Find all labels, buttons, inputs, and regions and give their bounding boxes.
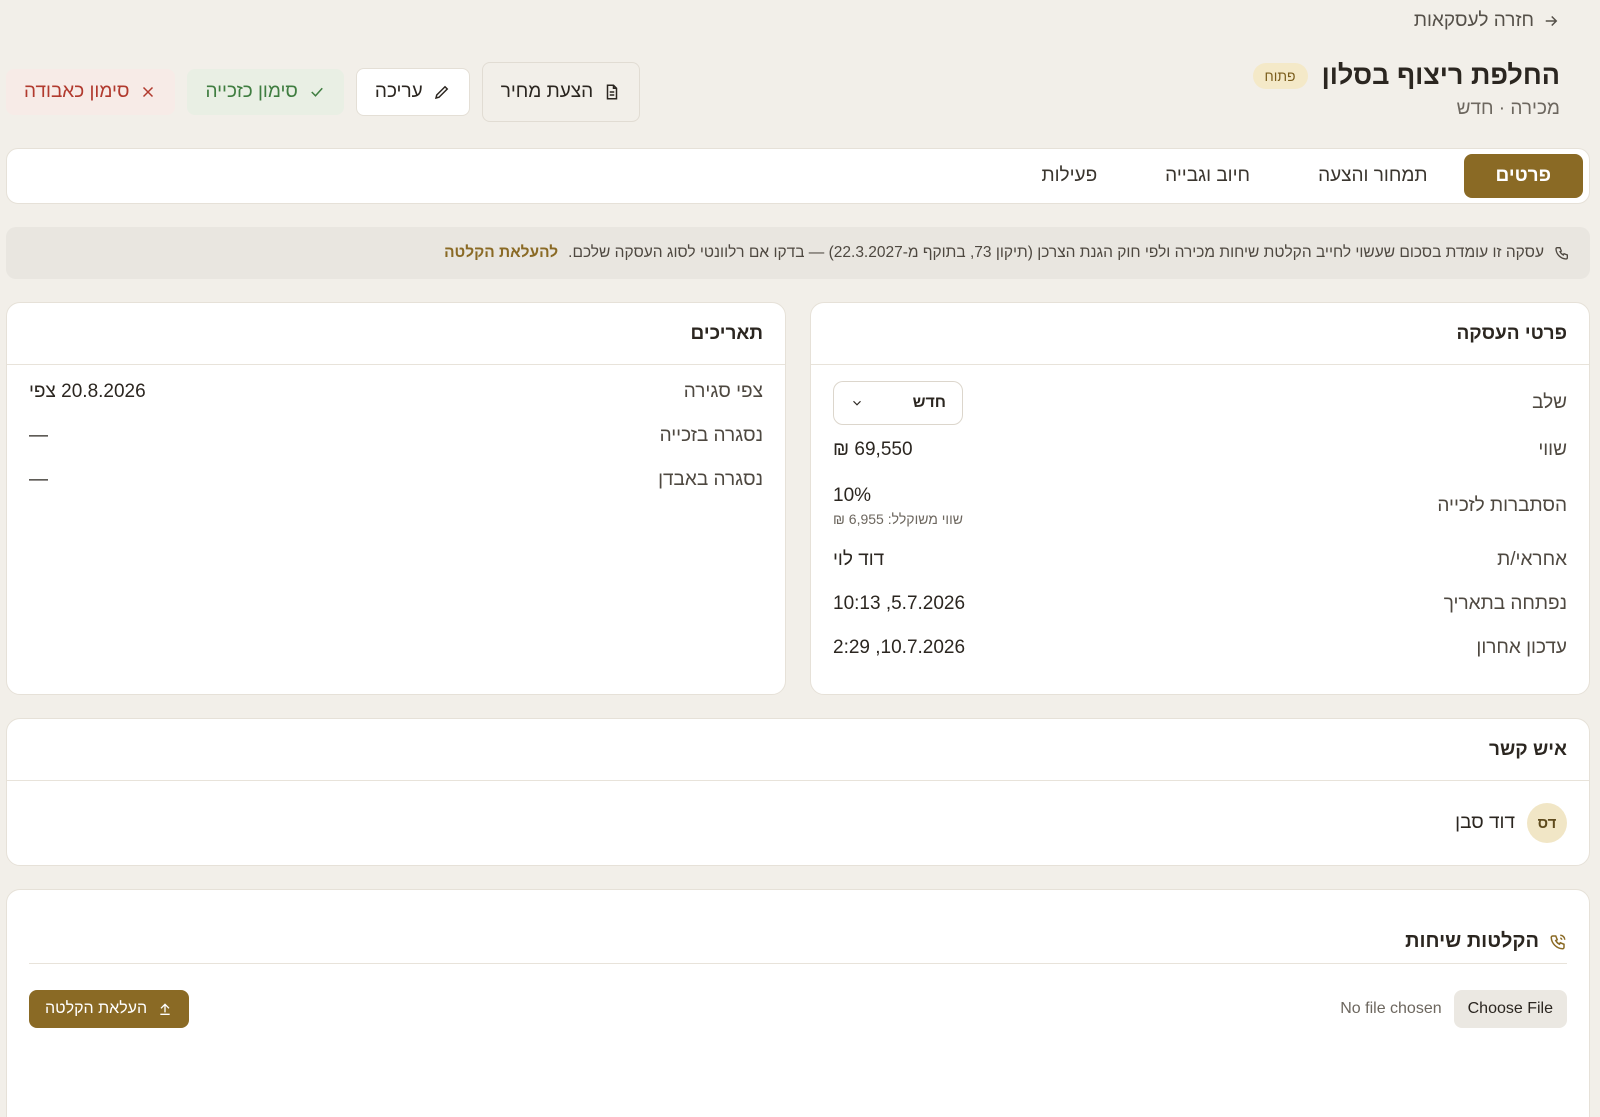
mark-win-button[interactable]: סימון כזכייה (187, 69, 344, 115)
tab-billing[interactable]: חיוב וגבייה (1133, 154, 1282, 198)
value-row: שווי ₪ 69,550 (833, 439, 1567, 461)
won-row: נסגרה בזכייה — (29, 425, 763, 447)
opened-value: 10:13 ,5.7.2026 (833, 593, 966, 614)
close-icon (143, 86, 154, 98)
owner-label: אחראי/ת (1497, 549, 1567, 570)
phone-icon (1555, 247, 1568, 260)
opened-row: נפתחה בתאריך 10:13 ,5.7.2026 (833, 593, 1567, 615)
pencil-icon (434, 85, 448, 100)
dates-card: תאריכים צפי סגירה 20.8.2026 צפי נסגרה בז… (6, 302, 786, 695)
upload-recording-link[interactable]: להעלאת הקלטה (444, 244, 558, 262)
upload-recording-button[interactable]: העלאת הקלטה (29, 990, 190, 1028)
back-link-label: חזרה לעסקאות (1413, 10, 1534, 31)
stage-row: שלב חדש (833, 381, 1567, 425)
probability-row: הסתברות לזכייה 10% שווי משוקלל: 6,955 ₪ (833, 485, 1567, 527)
deal-details-title: פרטי העסקה (811, 303, 1589, 365)
opened-label: נפתחה בתאריך (1443, 593, 1567, 614)
mark-win-label: סימון כזכייה (205, 81, 298, 102)
phone-call-icon (1550, 934, 1566, 950)
price-quote-button[interactable]: הצעת מחיר (481, 62, 641, 122)
price-quote-label: הצעת מחיר (500, 81, 594, 102)
won-value: — (29, 425, 48, 446)
expected-close-label: צפי סגירה (683, 381, 763, 402)
contact-item[interactable]: דס דוד סבן (1455, 803, 1567, 843)
weighted-value: שווי משוקלל: 6,955 ₪ (833, 511, 963, 527)
tab-activity[interactable]: פעילות (1009, 154, 1129, 198)
owner-row: אחראי/ת דוד לוי (833, 549, 1567, 571)
avatar: דס (1527, 803, 1567, 843)
call-recordings-card: הקלטות שיחות Choose File No file chosen … (6, 889, 1590, 1117)
upload-recording-label: העלאת הקלטה (45, 1000, 148, 1017)
deal-details-card: פרטי העסקה שלב חדש שווי ₪ 69,550 הסתברות… (810, 302, 1590, 695)
action-buttons: סימון כאבודה סימון כזכייה עריכה הצעת מחי… (6, 62, 641, 122)
notice-text: עסקה זו עומדת בסכום שעשוי לחייב הקלטת שי… (568, 244, 1544, 261)
won-label: נסגרה בזכייה (659, 425, 763, 446)
contact-card: איש קשר דס דוד סבן (6, 718, 1590, 866)
lost-label: נסגרה באבדן (658, 469, 763, 490)
chevron-down-icon (853, 400, 861, 406)
tab-pricing[interactable]: תמחור והצעה (1286, 154, 1459, 198)
expected-close-value: 20.8.2026 צפי (29, 381, 146, 402)
edit-button[interactable]: עריכה (355, 68, 470, 116)
owner-value: דוד לוי (833, 549, 885, 570)
deal-value: ₪ 69,550 (833, 439, 913, 460)
status-badge: פתוח (1252, 62, 1308, 89)
expected-close-row: צפי סגירה 20.8.2026 צפי (29, 381, 763, 403)
choose-file-button[interactable]: Choose File (1453, 990, 1567, 1028)
file-input: Choose File No file chosen (1340, 990, 1567, 1028)
mark-loss-label: סימון כאבודה (24, 81, 130, 102)
page-header: החלפת ריצוף בסלון פתוח (1252, 60, 1560, 91)
page-title: החלפת ריצוף בסלון (1321, 60, 1560, 90)
updated-label: עדכון אחרון (1476, 637, 1567, 658)
page-subtitle: מכירה · חדש (1456, 98, 1560, 119)
stage-select[interactable]: חדש (833, 381, 963, 425)
tabs-bar: פרטים תמחור והצעה חיוב וגבייה פעילות (6, 148, 1590, 204)
probability-label: הסתברות לזכייה (1437, 495, 1567, 516)
value-label: שווי (1538, 439, 1567, 460)
lost-row: נסגרה באבדן — (29, 469, 763, 491)
recordings-title: הקלטות שיחות (1405, 930, 1539, 952)
stage-value: חדש (912, 394, 946, 411)
recording-notice: עסקה זו עומדת בסכום שעשוי לחייב הקלטת שי… (6, 227, 1590, 279)
edit-label: עריכה (374, 81, 423, 102)
contact-name: דוד סבן (1455, 812, 1515, 833)
lost-value: — (29, 469, 48, 490)
stage-label: שלב (1532, 392, 1567, 413)
tab-details[interactable]: פרטים (1463, 154, 1583, 198)
updated-value: 2:29 ,10.7.2026 (833, 637, 966, 658)
upload-icon (160, 1003, 170, 1015)
document-icon (606, 84, 618, 100)
updated-row: עדכון אחרון 2:29 ,10.7.2026 (833, 637, 1567, 659)
arrow-right-icon (1545, 15, 1558, 27)
probability-value: 10% (833, 485, 872, 506)
recordings-header: הקלטות שיחות (29, 920, 1567, 964)
dates-title: תאריכים (7, 303, 785, 365)
back-to-deals-link[interactable]: חזרה לעסקאות (1414, 10, 1560, 32)
mark-loss-button[interactable]: סימון כאבודה (6, 69, 176, 115)
contact-title: איש קשר (7, 719, 1589, 781)
check-icon (311, 87, 323, 97)
no-file-text: No file chosen (1340, 1000, 1442, 1017)
